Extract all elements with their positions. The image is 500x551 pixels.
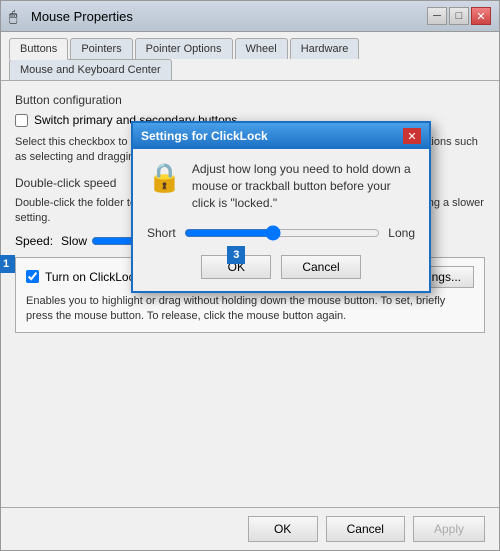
modal-overlay: Settings for ClickLock ✕ 🔒 Adjust how lo… <box>1 81 499 507</box>
window-icon: 🖱 <box>9 8 25 24</box>
title-bar: 🖱 Mouse Properties ─ □ ✕ <box>1 1 499 32</box>
modal-title: Settings for ClickLock <box>141 129 268 143</box>
modal-title-bar: Settings for ClickLock ✕ <box>133 123 429 149</box>
modal-slider-row: Short Long <box>147 225 415 241</box>
modal-content: 🔒 Adjust how long you need to hold down … <box>133 149 429 291</box>
modal-ok-number-badge: 3 <box>227 246 245 264</box>
tab-bar: Buttons Pointers Pointer Options Wheel H… <box>1 32 499 81</box>
modal-ok-button[interactable]: 3 OK <box>201 255 271 279</box>
modal-buttons: 3 OK Cancel <box>147 255 415 279</box>
tab-buttons[interactable]: Buttons <box>9 38 68 60</box>
modal-speed-slider[interactable] <box>184 225 381 241</box>
minimize-button[interactable]: ─ <box>427 7 447 25</box>
lock-icon: 🔒 <box>147 161 182 211</box>
main-window: 🖱 Mouse Properties ─ □ ✕ Buttons Pointer… <box>0 0 500 551</box>
modal-cancel-button[interactable]: Cancel <box>281 255 360 279</box>
apply-button[interactable]: Apply <box>413 516 485 542</box>
tab-pointer-options[interactable]: Pointer Options <box>135 38 233 59</box>
title-bar-left: 🖱 Mouse Properties <box>9 8 133 24</box>
modal-description: Adjust how long you need to hold down a … <box>192 161 415 211</box>
window-title: Mouse Properties <box>31 9 133 24</box>
tab-pointers[interactable]: Pointers <box>70 38 132 59</box>
tab-mouse-keyboard[interactable]: Mouse and Keyboard Center <box>9 59 172 80</box>
tab-hardware[interactable]: Hardware <box>290 38 360 59</box>
maximize-button[interactable]: □ <box>449 7 469 25</box>
close-button[interactable]: ✕ <box>471 7 491 25</box>
tab-wheel[interactable]: Wheel <box>235 38 288 59</box>
modal-short-label: Short <box>147 226 176 240</box>
modal-body: 🔒 Adjust how long you need to hold down … <box>147 161 415 211</box>
cancel-button[interactable]: Cancel <box>326 516 405 542</box>
modal-long-label: Long <box>388 226 415 240</box>
title-bar-controls: ─ □ ✕ <box>427 7 491 25</box>
ok-button[interactable]: OK <box>248 516 318 542</box>
clicklock-settings-modal: Settings for ClickLock ✕ 🔒 Adjust how lo… <box>131 121 431 293</box>
bottom-bar: OK Cancel Apply <box>1 507 499 550</box>
modal-close-button[interactable]: ✕ <box>403 128 421 144</box>
tab-content: Button configuration Switch primary and … <box>1 81 499 507</box>
